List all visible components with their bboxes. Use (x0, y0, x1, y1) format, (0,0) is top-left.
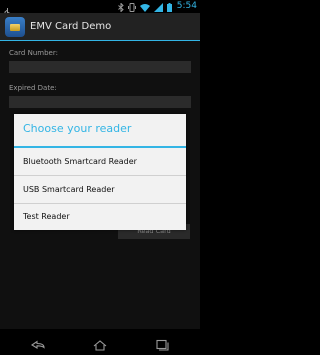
expired-date-label: Expired Date: (9, 84, 57, 92)
expired-date-field[interactable] (9, 96, 191, 108)
card-number-field[interactable] (9, 61, 191, 73)
recent-apps-icon[interactable] (152, 336, 172, 351)
action-bar: EMV Card Demo (0, 13, 200, 41)
usb-icon (3, 2, 12, 17)
home-icon[interactable] (90, 336, 110, 351)
status-bar: 5:54 (0, 0, 200, 17)
app-title: EMV Card Demo (30, 21, 112, 32)
back-icon[interactable] (28, 336, 48, 349)
status-time: 5:54 (176, 1, 197, 11)
option-label: Bluetooth Smartcard Reader (23, 157, 137, 166)
emv-card-app-icon[interactable] (5, 17, 25, 37)
option-label: Test Reader (23, 212, 70, 221)
navigation-bar (0, 329, 200, 355)
option-usb-smartcard-reader[interactable]: USB Smartcard Reader (14, 176, 186, 203)
choose-reader-dialog: Choose your reader Bluetooth Smartcard R… (14, 114, 186, 230)
dialog-title: Choose your reader (23, 122, 132, 135)
option-bluetooth-smartcard-reader[interactable]: Bluetooth Smartcard Reader (14, 148, 186, 175)
chip-icon (10, 24, 20, 31)
option-label: USB Smartcard Reader (23, 185, 115, 194)
option-test-reader[interactable]: Test Reader (14, 203, 186, 230)
card-number-label: Card Number: (9, 49, 58, 57)
